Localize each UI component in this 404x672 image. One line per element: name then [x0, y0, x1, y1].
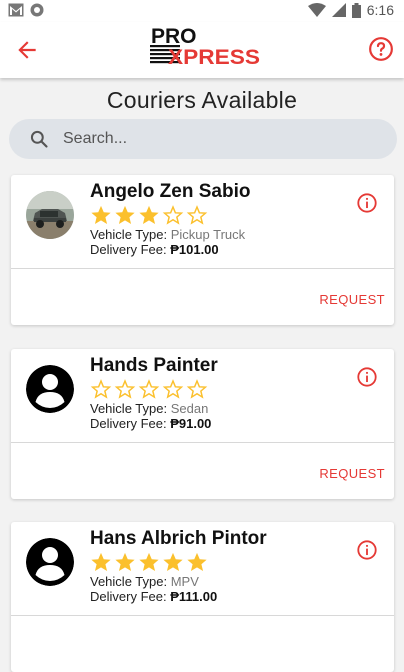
sync-icon: [30, 3, 44, 17]
battery-icon: [351, 2, 361, 18]
star-outline-icon: [162, 205, 184, 225]
courier-card: Hans Albrich Pintor Vehicle Type: MPV De…: [11, 522, 394, 672]
rating-stars: [90, 551, 208, 573]
request-button[interactable]: REQUEST: [319, 466, 385, 481]
info-icon[interactable]: [356, 539, 378, 561]
app-bar: PRO XPRESS: [0, 22, 404, 78]
request-button[interactable]: REQUEST: [319, 292, 385, 307]
star-filled-icon: [91, 205, 111, 224]
help-circle-icon[interactable]: [368, 36, 394, 62]
delivery-fee-value: ₱91.00: [170, 416, 212, 431]
delivery-fee: Delivery Fee: ₱111.00: [90, 589, 217, 604]
vehicle-type-value: Pickup Truck: [170, 227, 246, 242]
star-filled-icon: [115, 205, 135, 224]
search-bar[interactable]: [9, 119, 397, 159]
courier-card: Hands Painter Vehicle Type: Sedan Delive…: [11, 349, 394, 499]
wifi-icon: [307, 3, 326, 17]
delivery-fee-label: Delivery Fee:: [90, 242, 167, 257]
courier-name: Hands Painter: [90, 355, 218, 376]
info-icon[interactable]: [356, 366, 378, 388]
vehicle-type-label: Vehicle Type:: [90, 574, 168, 589]
rating-stars: [90, 378, 208, 400]
star-outline-icon: [162, 379, 184, 399]
search-icon: [30, 130, 48, 148]
vehicle-type-label: Vehicle Type:: [90, 227, 168, 242]
star-outline-icon: [90, 379, 112, 399]
arrow-left-icon[interactable]: [14, 37, 40, 63]
star-outline-icon: [186, 379, 208, 399]
star-outline-icon: [114, 379, 136, 399]
status-bar: 6:16: [0, 0, 404, 22]
star-filled-icon: [91, 552, 111, 571]
logo-text-top: PRO: [151, 25, 197, 48]
star-filled-icon: [187, 552, 207, 571]
search-input[interactable]: [63, 119, 383, 159]
courier-name: Hans Albrich Pintor: [90, 528, 267, 549]
cell-signal-icon: [331, 3, 346, 17]
info-icon[interactable]: [356, 192, 378, 214]
page-title: Couriers Available: [106, 87, 298, 113]
delivery-fee-value: ₱101.00: [170, 242, 219, 257]
star-filled-icon: [139, 205, 159, 224]
courier-avatar-vehicle-photo: [26, 191, 74, 239]
delivery-fee-label: Delivery Fee:: [90, 416, 167, 431]
logo-text-bottom: XPRESS: [168, 46, 260, 67]
default-user-icon: [26, 538, 74, 586]
proxpress-logo: PRO XPRESS: [150, 25, 260, 67]
default-user-icon: [26, 365, 74, 413]
star-filled-icon: [115, 552, 135, 571]
star-filled-icon: [163, 552, 183, 571]
vehicle-type: Vehicle Type: Pickup Truck: [90, 227, 245, 242]
delivery-fee: Delivery Fee: ₱91.00: [90, 416, 211, 431]
courier-name: Angelo Zen Sabio: [90, 181, 251, 202]
courier-card: Angelo Zen Sabio Vehicle Type: Pickup Tr…: [11, 175, 394, 325]
delivery-fee-label: Delivery Fee:: [90, 589, 167, 604]
vehicle-type: Vehicle Type: MPV: [90, 574, 199, 589]
status-time: 6:16: [366, 2, 394, 18]
vehicle-type-label: Vehicle Type:: [90, 401, 168, 416]
star-outline-icon: [186, 205, 208, 225]
vehicle-type-value: MPV: [170, 574, 199, 589]
delivery-fee: Delivery Fee: ₱101.00: [90, 242, 219, 257]
vehicle-type-value: Sedan: [170, 401, 209, 416]
vehicle-type: Vehicle Type: Sedan: [90, 401, 208, 416]
star-outline-icon: [138, 379, 160, 399]
gmail-icon: [8, 3, 24, 17]
rating-stars: [90, 204, 208, 226]
delivery-fee-value: ₱111.00: [170, 589, 218, 604]
star-filled-icon: [139, 552, 159, 571]
